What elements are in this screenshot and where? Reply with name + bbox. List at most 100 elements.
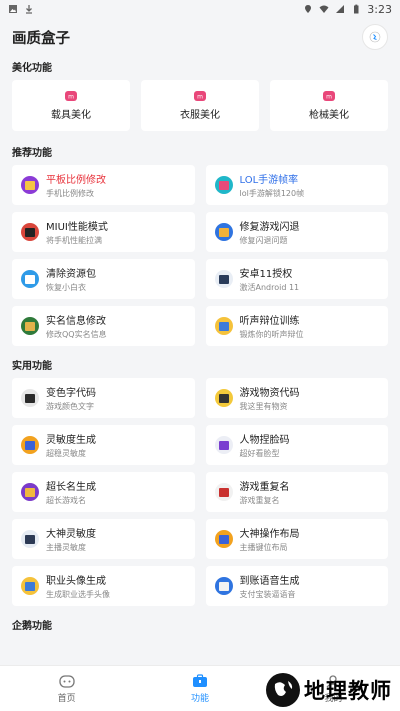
feature-subtitle: 主播灵敏度 bbox=[46, 543, 86, 552]
feature-text: 灵敏度生成 超稳灵敏度 bbox=[46, 431, 96, 459]
feature-icon-glyph bbox=[218, 321, 229, 331]
feature-card[interactable]: 职业头像生成 生成职业选手头像 bbox=[12, 566, 195, 606]
weapon-beauty-icon: m bbox=[323, 90, 335, 101]
section-title-beauty: 美化功能 bbox=[12, 62, 52, 74]
feature-icon bbox=[21, 389, 39, 407]
feature-icon-glyph bbox=[25, 581, 35, 591]
nav-label: 首页 bbox=[57, 693, 76, 704]
home-face-icon bbox=[59, 674, 75, 688]
feature-icon bbox=[21, 223, 39, 241]
feature-card[interactable]: 听声辩位训练 锻炼你的听声辩位 bbox=[205, 306, 388, 346]
feature-text: 游戏物资代码 我这里有物资 bbox=[240, 384, 300, 412]
feature-card[interactable]: 人物捏脸码 超好看脸型 bbox=[205, 425, 388, 465]
feature-card[interactable]: 实名信息修改 修改QQ实名信息 bbox=[12, 306, 195, 346]
feature-subtitle: 锻炼你的听声辩位 bbox=[239, 330, 304, 339]
section-title-recommended: 推荐功能 bbox=[12, 147, 52, 159]
watermark-text: 地理教师 bbox=[304, 679, 392, 703]
download-notification-icon bbox=[26, 5, 32, 14]
feature-title: 大神灵敏度 bbox=[46, 529, 96, 540]
recommended-grid: 平板比例修改 手机比例修改 LOL手游帧率 lol手游解锁120帧 MIUI性能模式 将手… bbox=[0, 165, 400, 346]
feature-subtitle: 游戏颜色文字 bbox=[46, 402, 94, 411]
feature-card[interactable]: 安卓11授权 激活Android 11 bbox=[205, 259, 388, 299]
feature-icon-glyph bbox=[218, 274, 229, 284]
feature-icon bbox=[21, 436, 39, 454]
feature-text: 大神操作布局 主播键位布局 bbox=[240, 525, 300, 553]
feature-icon bbox=[214, 530, 233, 548]
wifi-icon bbox=[319, 5, 329, 13]
app-bar: 画质盒子 bbox=[0, 18, 400, 56]
feature-text: 实名信息修改 修改QQ实名信息 bbox=[46, 312, 107, 340]
feature-text: 变色字代码 游戏颜色文字 bbox=[46, 384, 96, 412]
feature-icon bbox=[21, 270, 39, 288]
feature-card[interactable]: MIUI性能模式 将手机性能拉满 bbox=[12, 212, 195, 252]
feature-card[interactable]: 大神灵敏度主播灵敏度 bbox=[12, 519, 195, 559]
feature-icon-glyph bbox=[218, 180, 229, 190]
feature-card[interactable]: 超长名生成超长游戏名 bbox=[12, 472, 195, 512]
feature-title: 到账语音生成 bbox=[239, 576, 300, 587]
feature-icon-glyph bbox=[25, 440, 35, 450]
feature-text: 平板比例修改 手机比例修改 bbox=[46, 171, 106, 199]
feature-subtitle: 手机比例修改 bbox=[46, 189, 94, 198]
feature-icon-glyph bbox=[25, 227, 35, 237]
feature-icon-glyph bbox=[25, 321, 35, 331]
feature-card[interactable]: 到账语音生成 支付宝装逼语音 bbox=[205, 566, 388, 606]
feature-title: 职业头像生成 bbox=[46, 576, 106, 587]
feature-title: 游戏重复名 bbox=[239, 482, 290, 493]
clothing-beauty-button[interactable]: m 衣服美化 bbox=[141, 80, 259, 131]
feature-icon bbox=[21, 317, 39, 335]
weapon-beauty-button[interactable]: m 枪械美化 bbox=[270, 80, 388, 131]
feature-text: 清除资源包 恢复小白衣 bbox=[46, 265, 96, 293]
nav-home[interactable]: 首页 bbox=[0, 666, 133, 711]
status-bar: 3:23 bbox=[0, 0, 400, 18]
battery-icon bbox=[354, 4, 359, 14]
feature-card[interactable]: 游戏物资代码 我这里有物资 bbox=[205, 378, 388, 418]
feature-subtitle: 我这里有物资 bbox=[239, 402, 288, 411]
feature-icon bbox=[21, 483, 39, 501]
feature-card[interactable]: 大神操作布局 主播键位布局 bbox=[205, 519, 388, 559]
watermark: 地理教师 bbox=[266, 673, 392, 707]
feature-title: 平板比例修改 bbox=[46, 175, 106, 186]
section-title-practical: 实用功能 bbox=[12, 360, 52, 372]
feature-text: 职业头像生成 生成职业选手头像 bbox=[46, 572, 110, 600]
feature-subtitle: 修改QQ实名信息 bbox=[46, 330, 107, 339]
feature-icon bbox=[214, 483, 233, 501]
feature-text: LOL手游帧率 lol手游解锁120帧 bbox=[240, 171, 305, 199]
feature-subtitle: 生成职业选手头像 bbox=[46, 590, 110, 599]
feature-text: 大神灵敏度主播灵敏度 bbox=[46, 525, 96, 553]
page-title: 画质盒子 bbox=[12, 30, 70, 47]
feature-text: 听声辩位训练 锻炼你的听声辩位 bbox=[240, 312, 304, 340]
beauty-row: m 载具美化 m 衣服美化 m 枪械美化 bbox=[0, 76, 400, 131]
vehicle-beauty-button[interactable]: m 载具美化 bbox=[12, 80, 130, 131]
feature-icon bbox=[214, 176, 233, 194]
feature-title: MIUI性能模式 bbox=[46, 222, 108, 233]
feature-text: 人物捏脸码 超好看脸型 bbox=[240, 431, 290, 459]
feature-title: 超长名生成 bbox=[46, 482, 96, 493]
feature-card[interactable]: 变色字代码 游戏颜色文字 bbox=[12, 378, 195, 418]
section-title-penguin: 企鹅功能 bbox=[12, 620, 52, 632]
feature-icon-glyph bbox=[218, 534, 229, 544]
image-notification-icon bbox=[9, 5, 17, 13]
feature-icon-glyph bbox=[25, 180, 35, 190]
nav-functions[interactable]: 功能 bbox=[133, 666, 266, 711]
feature-icon bbox=[214, 223, 233, 241]
feature-card[interactable]: 修复游戏闪退 修复闪退问题 bbox=[205, 212, 388, 252]
mascot-icon bbox=[369, 31, 381, 43]
feature-title: LOL手游帧率 bbox=[239, 175, 299, 186]
feature-title: 清除资源包 bbox=[46, 269, 96, 280]
svg-text:m: m bbox=[197, 93, 203, 100]
feature-subtitle: 超长游戏名 bbox=[46, 496, 86, 505]
feature-card[interactable]: 平板比例修改 手机比例修改 bbox=[12, 165, 195, 205]
top-right-button[interactable] bbox=[362, 24, 388, 50]
svg-text:m: m bbox=[326, 93, 332, 100]
feature-subtitle: 超好看脸型 bbox=[239, 449, 280, 458]
feature-text: 安卓11授权 激活Android 11 bbox=[240, 265, 300, 293]
feature-icon-glyph bbox=[218, 227, 229, 237]
feature-card[interactable]: 灵敏度生成 超稳灵敏度 bbox=[12, 425, 195, 465]
feature-icon-glyph bbox=[25, 393, 35, 403]
feature-icon bbox=[21, 176, 39, 194]
beauty-label: 载具美化 bbox=[51, 109, 91, 121]
feature-card[interactable]: LOL手游帧率 lol手游解锁120帧 bbox=[205, 165, 388, 205]
feature-card[interactable]: 清除资源包 恢复小白衣 bbox=[12, 259, 195, 299]
feature-card[interactable]: 游戏重复名 游戏重复名 bbox=[205, 472, 388, 512]
feature-icon-glyph bbox=[25, 274, 35, 284]
